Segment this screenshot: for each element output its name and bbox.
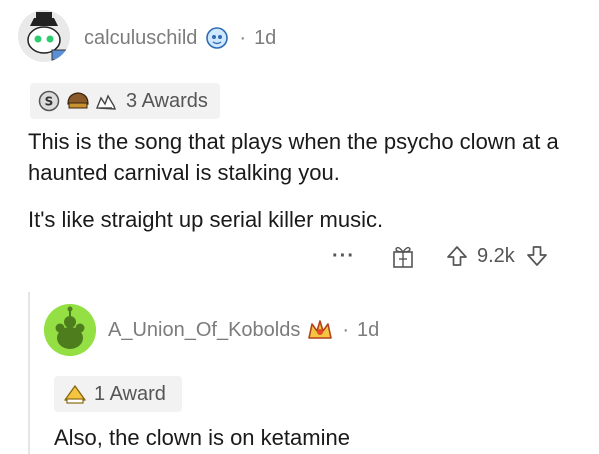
svg-text:S: S xyxy=(45,95,54,109)
comment-actions: ··· 9.2k xyxy=(332,243,549,269)
timestamp: 1d xyxy=(254,26,277,49)
award-icon xyxy=(62,383,88,405)
more-options-icon[interactable]: ··· xyxy=(332,245,355,268)
silver-award-icon: S xyxy=(38,90,60,112)
awards-bar[interactable]: S 3 Awards xyxy=(30,83,220,119)
avatar[interactable] xyxy=(44,304,96,356)
comment-paragraph: Also, the clown is on ketamine xyxy=(54,425,350,450)
upvote-icon[interactable] xyxy=(445,244,469,268)
awards-count: 1 Award xyxy=(94,382,166,405)
separator: · xyxy=(342,318,350,341)
downvote-icon[interactable] xyxy=(525,244,549,268)
timestamp: 1d xyxy=(357,318,380,341)
give-award-icon[interactable] xyxy=(391,243,415,269)
helmet-award-icon xyxy=(66,90,90,112)
reply-body: Also, the clown is on ketamine xyxy=(54,422,584,453)
avatar[interactable] xyxy=(18,10,70,62)
comment-paragraph: This is the song that plays when the psy… xyxy=(28,129,559,185)
awards-count: 3 Awards xyxy=(126,89,208,112)
username[interactable]: A_Union_Of_Kobolds xyxy=(108,319,300,342)
hands-award-icon xyxy=(94,90,118,112)
flair-icon xyxy=(306,318,334,342)
flair-icon xyxy=(205,26,229,50)
comment-body: This is the song that plays when the psy… xyxy=(28,126,588,235)
comment-paragraph: It's like straight up serial killer musi… xyxy=(28,207,384,232)
separator: · xyxy=(239,26,247,49)
thread-line[interactable] xyxy=(28,292,30,454)
vote-score: 9.2k xyxy=(476,244,515,267)
username[interactable]: calculuschild xyxy=(84,27,197,50)
awards-bar[interactable]: 1 Award xyxy=(54,376,182,412)
